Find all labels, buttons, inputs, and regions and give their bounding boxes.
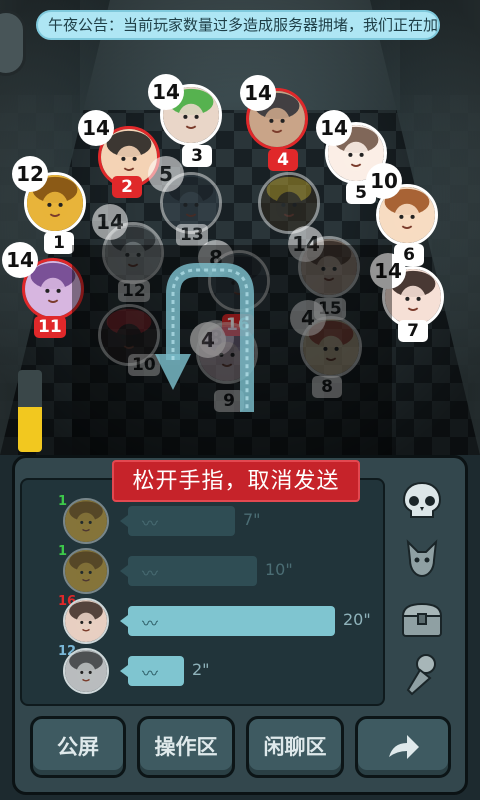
cancel-arrow-icon	[155, 263, 254, 412]
chat-area-button[interactable]: 闲聊区	[246, 716, 344, 778]
sender-avatar[interactable]	[63, 498, 109, 544]
sound-wave-icon: 〰	[142, 514, 159, 533]
cancel-send-banner: 松开手指，取消发送	[112, 460, 360, 502]
microphone-icon[interactable]	[396, 650, 448, 700]
wall-clock-icon	[0, 10, 26, 76]
skull-icon[interactable]	[396, 475, 448, 525]
voice-message[interactable]: 1 〰 7"	[20, 494, 385, 546]
player-seat-number: 1	[44, 232, 74, 254]
volume-level	[18, 406, 42, 452]
announcement-text: 午夜公告：当前玩家数量过多造成服务器拥堵，我们正在加	[48, 16, 439, 34]
arrow-right-icon	[389, 735, 419, 759]
player-level-badge: 14	[92, 204, 128, 240]
voice-bubble[interactable]: 〰	[120, 606, 335, 636]
player-level-badge: 14	[240, 75, 276, 111]
player-level-badge: 10	[366, 163, 402, 199]
chest-icon[interactable]	[396, 595, 448, 645]
player-seat-number: 3	[182, 145, 212, 167]
player-level-badge: 5	[148, 156, 184, 192]
voice-duration: 7"	[243, 510, 261, 529]
player-avatar[interactable]	[258, 172, 320, 234]
voice-duration: 10"	[265, 560, 293, 579]
sender-avatar[interactable]	[63, 598, 109, 644]
volume-meter	[18, 370, 42, 452]
announcement-marquee: 午夜公告：当前玩家数量过多造成服务器拥堵，我们正在加	[36, 10, 440, 40]
send-button[interactable]	[355, 716, 451, 778]
player-seat-number: 2	[112, 176, 142, 198]
player-seat-number: 13	[176, 224, 208, 246]
sound-wave-icon: 〰	[142, 614, 159, 633]
operation-area-button[interactable]: 操作区	[137, 716, 235, 778]
voice-duration: 2"	[192, 660, 210, 679]
cat-icon[interactable]	[396, 533, 448, 583]
sender-level: 1	[58, 544, 68, 559]
player-seat-number: 7	[398, 320, 428, 342]
voice-message[interactable]: 16 〰 20"	[20, 594, 385, 646]
sender-level: 1	[58, 494, 68, 509]
player-level-badge: 14	[316, 110, 352, 146]
sound-wave-icon: 〰	[142, 564, 159, 583]
player-seat-number: 11	[34, 316, 66, 338]
player-level-badge: 12	[12, 156, 48, 192]
voice-bubble[interactable]: 〰	[120, 556, 257, 586]
voice-message[interactable]: 12 〰 2"	[20, 644, 385, 696]
voice-message[interactable]: 1 〰 10"	[20, 544, 385, 596]
player-level-badge: 14	[78, 110, 114, 146]
voice-bubble[interactable]: 〰	[120, 506, 235, 536]
sender-avatar[interactable]	[63, 548, 109, 594]
player-seat-number: 4	[268, 149, 298, 171]
voice-duration: 20"	[343, 610, 371, 629]
voice-bubble[interactable]: 〰	[120, 656, 184, 686]
public-screen-button[interactable]: 公屏	[30, 716, 126, 778]
sound-wave-icon: 〰	[142, 664, 159, 683]
sender-avatar[interactable]	[63, 648, 109, 694]
player-level-badge: 14	[148, 74, 184, 110]
player-level-badge: 14	[2, 242, 38, 278]
